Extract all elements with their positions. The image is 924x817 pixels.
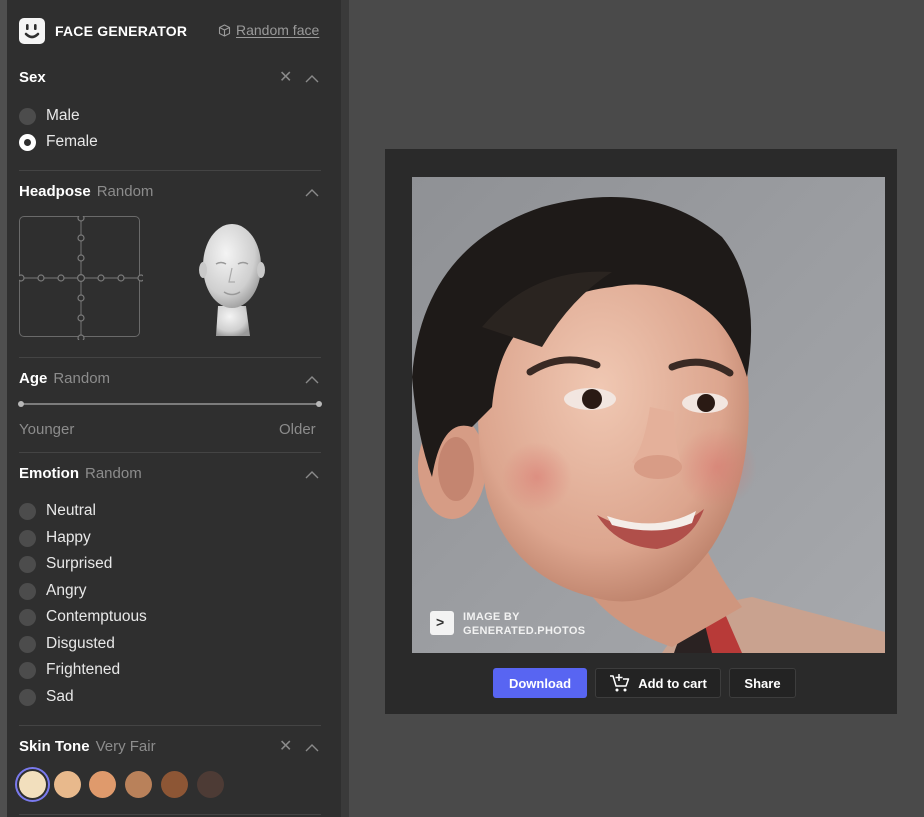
skin-tone-swatch[interactable] [54,771,81,798]
age-slider-min-handle[interactable] [18,401,24,407]
emotion-option-neutral[interactable]: Neutral [19,500,96,522]
download-button[interactable]: Download [493,668,587,698]
random-face-link[interactable]: Random face [218,22,319,38]
age-section-title: Age Random [19,370,111,387]
add-to-cart-button[interactable]: Add to cart [595,668,721,698]
share-button[interactable]: Share [729,668,796,698]
logo-icon[interactable] [19,18,45,44]
age-slider-max-handle[interactable] [316,401,322,407]
sex-section-title: Sex [19,69,46,86]
cart-plus-icon [610,674,630,692]
radio-button[interactable] [19,555,36,573]
collapse-age-icon[interactable] [305,372,319,388]
divider [19,357,321,358]
age-min-label: Younger [19,421,75,438]
collapse-emotion-icon[interactable] [305,467,319,483]
sidebar-border [341,0,349,817]
age-slider[interactable] [18,401,322,407]
radio-button-selected[interactable] [19,133,36,151]
radio-button[interactable] [19,608,36,626]
emotion-option-contemptuous[interactable]: Contemptuous [19,606,147,628]
filter-panel: FACE GENERATOR Random face Sex ✕ Male Fe… [7,0,341,817]
radio-button[interactable] [19,688,36,706]
face-portrait-image [412,177,885,653]
radio-button[interactable] [19,502,36,520]
generated-face-image: > IMAGE BY GENERATED.PHOTOS [412,177,885,653]
emotion-option-disgusted[interactable]: Disgusted [19,633,115,655]
sex-option-female[interactable]: Female [19,131,98,153]
collapse-sex-icon[interactable] [305,71,319,87]
collapse-skin-tone-icon[interactable] [305,740,319,756]
watermark-text: IMAGE BY GENERATED.PHOTOS [463,611,586,637]
divider [19,452,321,453]
age-max-label: Older [279,421,316,438]
collapse-headpose-icon[interactable] [305,185,319,201]
divider [19,814,321,815]
skin-tone-swatch[interactable] [89,771,116,798]
emotion-section-title: Emotion Random [19,465,142,482]
app-title: FACE GENERATOR [55,23,188,39]
radio-button[interactable] [19,529,36,547]
headpose-section-title: Headpose Random [19,183,154,200]
sidebar-header: FACE GENERATOR Random face [7,0,341,60]
divider [19,170,321,171]
divider [19,725,321,726]
skin-tone-swatch[interactable] [125,771,152,798]
radio-button[interactable] [19,661,36,679]
face-generator-app: FACE GENERATOR Random face Sex ✕ Male Fe… [0,0,924,817]
radio-button[interactable] [19,582,36,600]
emotion-option-happy[interactable]: Happy [19,527,91,549]
emotion-option-angry[interactable]: Angry [19,580,87,602]
head-model-icon [199,224,265,336]
cube-icon [218,23,231,37]
sidebar: FACE GENERATOR Random face Sex ✕ Male Fe… [0,0,349,817]
radio-button[interactable] [19,107,36,125]
clear-skin-tone-icon[interactable]: ✕ [279,739,292,755]
emotion-option-surprised[interactable]: Surprised [19,553,112,575]
skin-tone-swatch[interactable] [197,771,224,798]
random-face-label: Random face [236,22,320,38]
headpose-pad[interactable] [18,215,143,340]
emotion-option-frightened[interactable]: Frightened [19,659,120,681]
skin-tone-swatch[interactable] [19,771,46,798]
clear-sex-icon[interactable]: ✕ [279,70,292,86]
watermark-logo-icon: > [430,611,454,635]
radio-button[interactable] [19,635,36,653]
emotion-option-sad[interactable]: Sad [19,686,74,708]
skin-tone-swatch[interactable] [161,771,188,798]
sex-option-male[interactable]: Male [19,105,80,127]
skin-tone-section-title: Skin Tone Very Fair [19,738,156,755]
add-to-cart-label: Add to cart [638,675,707,691]
